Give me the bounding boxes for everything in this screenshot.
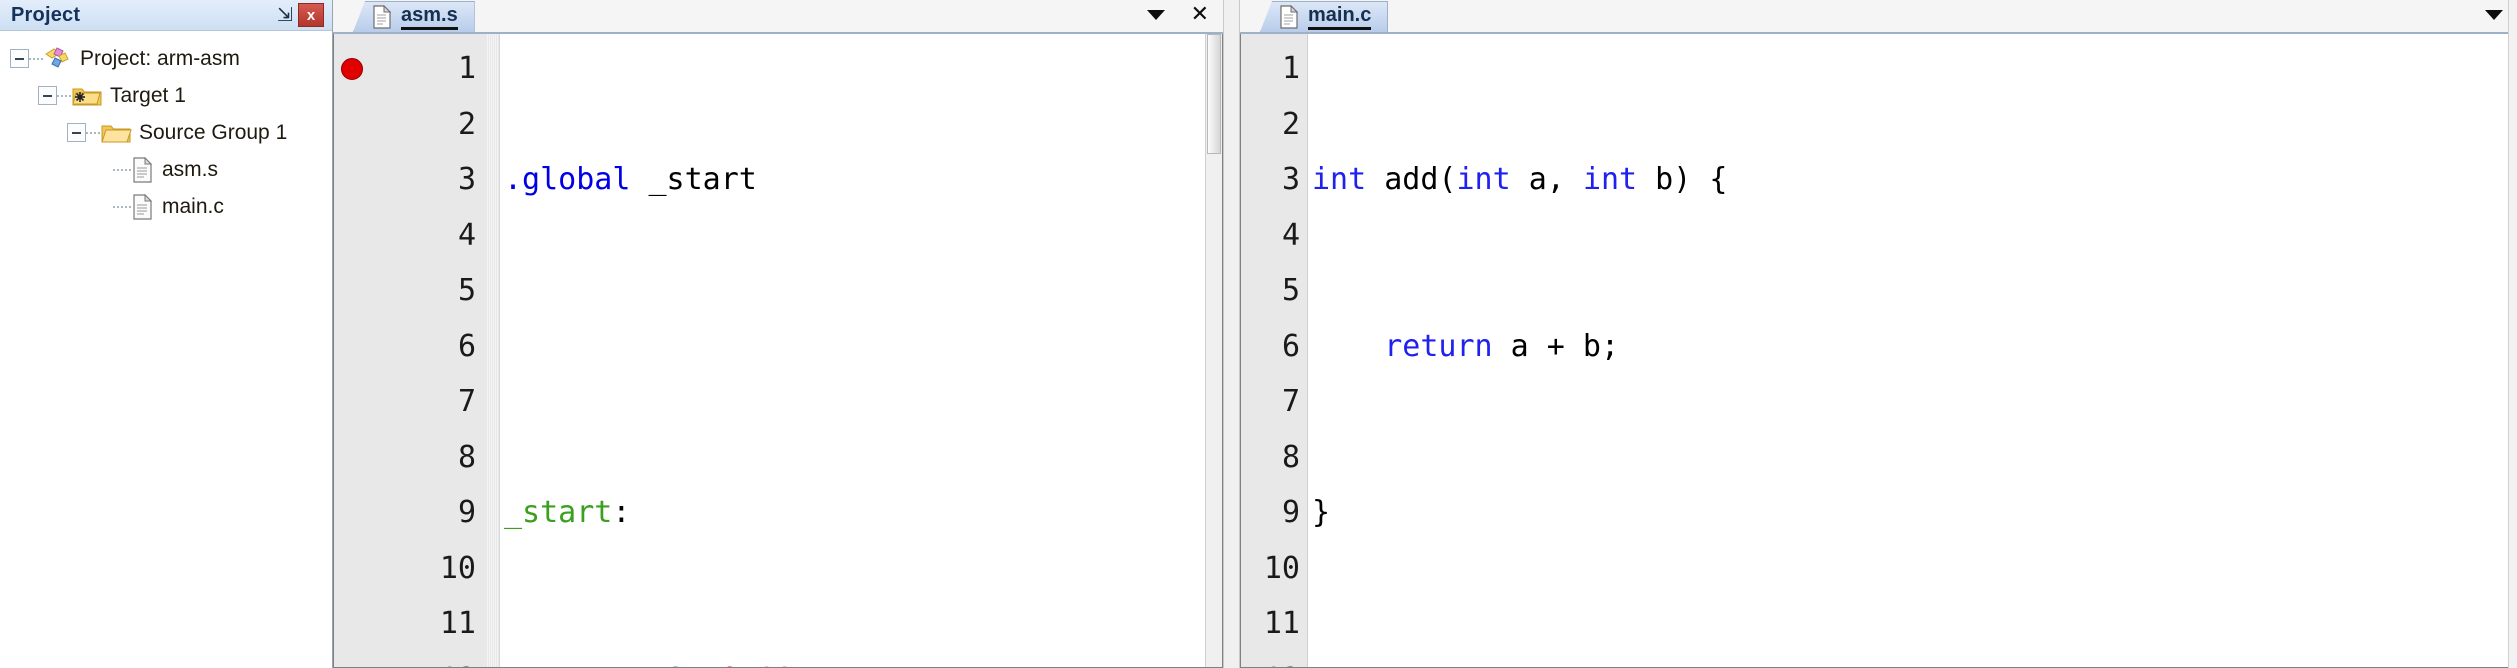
line-number: 12 [370,652,476,668]
editor-area: asm.s ✕ 1 2 3 4 5 6 7 8 9 10 11 .global … [333,0,2517,668]
line-number: 12 [1241,652,1300,668]
line-number: 3 [457,162,476,197]
line-number: 1 [457,51,476,86]
tabstrip-right: main.c [1240,0,2517,34]
project-icon [43,46,73,72]
line-number: 7 [457,384,476,419]
tab-main-c[interactable]: main.c [1260,1,1389,32]
project-panel-titlebar: Project ⇲ x [0,0,332,31]
scrollbar-thumb[interactable] [1207,34,1221,154]
tabstrip-actions-left: ✕ [1146,0,1223,32]
line-number: 10 [1263,550,1300,586]
auto-hide-pin-icon[interactable]: ⇲ [272,3,298,27]
tree-item-file-main-c[interactable]: main.c [0,188,332,225]
tab-label: main.c [1308,4,1372,30]
tree-connector [113,168,131,171]
code-editor-main-c[interactable]: 1 2 3 4 5 6 7 8 9 10 11 12 int add(int a… [1240,34,2517,668]
close-icon[interactable]: x [298,3,324,27]
tree-item-label: Source Group 1 [139,121,288,144]
project-panel-title: Project [11,4,81,26]
line-number: 11 [1263,606,1300,641]
line-number: 9 [457,495,476,530]
line-number: 4 [457,217,476,253]
expander-icon[interactable] [67,123,86,142]
line-number: 10 [439,550,476,586]
line-number: 5 [1281,273,1300,308]
tree-item-label: main.c [162,195,224,218]
line-number: 6 [457,328,476,364]
expander-icon[interactable] [10,49,29,68]
breakpoint-icon[interactable] [340,57,363,80]
code-line: .global _start [504,162,757,197]
tree-connector [86,131,100,134]
tree-item-source-group[interactable]: Source Group 1 [0,114,332,151]
project-panel: Project ⇲ x Project: arm-asm Target 1 So… [0,0,333,668]
code-text-main-c[interactable]: int add(int a, int b) { return a + b; } … [1308,34,2516,667]
line-number: 1 [1281,51,1300,86]
asm-label: _start [504,495,613,530]
tabstrip-left: asm.s ✕ [333,0,1223,34]
folder-icon [100,120,132,146]
document-icon [1279,5,1299,29]
breakpoint-gutter[interactable] [334,34,370,667]
line-number: 4 [1281,217,1300,253]
source-file-icon [131,193,155,221]
target-folder-icon [71,83,103,109]
code-line: int add(int a, int b) { [1312,162,1728,197]
tab-asm-s[interactable]: asm.s [353,1,475,32]
tree-item-target[interactable]: Target 1 [0,77,332,114]
line-number: 7 [1281,384,1300,419]
line-number: 5 [457,273,476,308]
code-line: mov r0,#0x11 [500,652,1222,668]
asm-directive: .global [504,162,631,197]
line-number: 3 [1281,162,1300,197]
tab-label: asm.s [401,4,458,30]
breakpoint-cell[interactable] [334,41,369,97]
ide-window: Project ⇲ x Project: arm-asm Target 1 So… [0,0,2517,668]
editor-pane-asm-s: asm.s ✕ 1 2 3 4 5 6 7 8 9 10 11 .global … [333,0,1223,668]
line-number: 6 [1281,328,1300,364]
code-editor-asm-s[interactable]: 1 2 3 4 5 6 7 8 9 10 11 12 .global _star… [333,34,1223,668]
tree-item-label: Target 1 [110,84,186,107]
document-icon [372,5,392,29]
code-line: _start: [504,495,631,530]
project-tree: Project: arm-asm Target 1 Source Group 1… [0,31,332,668]
code-line: } [1312,495,1331,530]
expander-icon[interactable] [38,86,57,105]
tree-connector [113,205,131,208]
tree-item-label: Project: arm-asm [80,47,240,70]
line-number: 11 [439,606,476,641]
chevron-down-icon[interactable] [1146,10,1165,20]
line-number: 8 [1281,439,1300,475]
tree-connector [29,57,43,60]
pane-splitter[interactable] [1223,0,1240,668]
line-number: 2 [1281,106,1300,142]
close-icon[interactable]: ✕ [1191,4,1209,26]
editor-pane-main-c: main.c 1 2 3 4 5 6 7 8 9 10 11 int add(i… [1240,0,2517,668]
chevron-down-icon[interactable] [2485,10,2503,20]
code-text-asm-s[interactable]: .global _start _start: mov r0,#0x11 mov … [500,34,1222,667]
tree-item-file-asm-s[interactable]: asm.s [0,151,332,188]
tree-item-label: asm.s [162,158,219,181]
fold-margin [486,34,500,667]
line-number-gutter: 1 2 3 4 5 6 7 8 9 10 11 12 [370,34,486,667]
tree-item-project[interactable]: Project: arm-asm [0,40,332,77]
vertical-scrollbar[interactable] [1205,34,1222,667]
window-right-edge [2508,0,2517,668]
line-number-gutter: 1 2 3 4 5 6 7 8 9 10 11 12 [1241,34,1303,667]
tree-connector [57,94,71,97]
source-file-icon [131,156,155,184]
line-number: 9 [1281,495,1300,530]
line-number: 2 [457,106,476,142]
line-number: 8 [457,439,476,475]
code-line: return a + b; [1384,328,1620,364]
